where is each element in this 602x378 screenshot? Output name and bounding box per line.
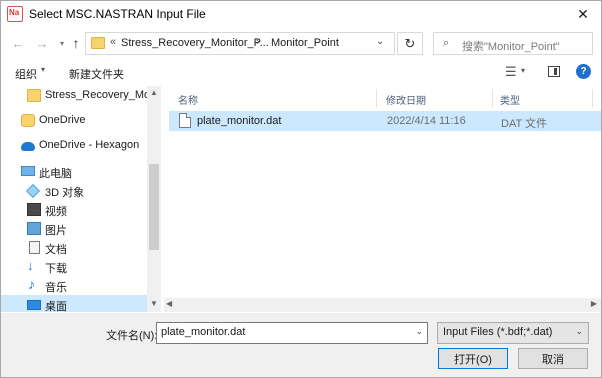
nav-item-onedrive-hexagon[interactable]: OneDrive - Hexagon — [1, 136, 147, 156]
file-list: 名称 修改日期 类型 plate_monitor.dat 2022/4/14 1… — [164, 86, 601, 312]
cancel-button[interactable]: 取消 — [518, 348, 588, 369]
filename-value: plate_monitor.dat — [161, 326, 246, 338]
refresh-icon: ↻ — [404, 35, 416, 51]
video-icon — [27, 203, 41, 216]
back-button[interactable]: ← — [9, 34, 27, 52]
chevron-down-icon: ⌄ — [575, 326, 583, 336]
onedrive-business-icon — [21, 142, 35, 151]
onedrive-personal-icon — [21, 114, 35, 127]
downloads-icon: ↓ — [27, 258, 34, 273]
breadcrumb-monitor-point[interactable]: Monitor_Point — [271, 37, 339, 49]
refresh-button[interactable]: ↻ — [397, 32, 423, 55]
breadcrumb-stress-recovery[interactable]: Stress_Recovery_Monitor_P... — [121, 37, 269, 49]
file-icon — [179, 113, 191, 128]
column-divider[interactable] — [492, 89, 493, 107]
chevron-down-icon: ▾ — [59, 38, 64, 48]
folder-icon — [27, 89, 41, 102]
navigation-row: ← → ▾ ↑ « Stress_Recovery_Monitor_P... ›… — [1, 28, 601, 58]
command-toolbar: 组织 ▾ 新建文件夹 ☰ ▾ ? — [1, 60, 601, 86]
scroll-up-icon[interactable]: ▲ — [150, 88, 158, 97]
nav-item-3d-objects[interactable]: 3D 对象 — [1, 181, 147, 201]
3d-objects-icon — [25, 183, 41, 199]
horizontal-scrollbar[interactable]: ◀ ▶ — [164, 298, 601, 312]
preview-pane-icon[interactable] — [548, 66, 560, 77]
nav-item-this-pc[interactable]: 此电脑 — [1, 162, 147, 182]
filename-label: 文件名(N): — [106, 330, 158, 342]
nav-item-documents[interactable]: 文档 — [1, 238, 147, 258]
file-type: DAT 文件 — [501, 118, 548, 130]
close-icon: ✕ — [577, 5, 589, 22]
pictures-icon — [27, 222, 41, 235]
window-title: Select MSC.NASTRAN Input File — [29, 7, 206, 21]
close-button[interactable]: ✕ — [566, 1, 600, 27]
file-name: plate_monitor.dat — [197, 115, 282, 127]
chevron-down-icon: ▾ — [41, 65, 46, 74]
chevron-down-icon[interactable]: ▾ — [521, 66, 525, 75]
search-input[interactable]: ⌕ 搜索"Monitor_Point" — [433, 32, 593, 55]
search-placeholder: 搜索"Monitor_Point" — [462, 41, 560, 53]
filetype-value: Input Files (*.bdf;*.dat) — [443, 326, 553, 338]
filename-input[interactable]: plate_monitor.dat ⌄ — [156, 322, 428, 344]
desktop-icon — [27, 300, 41, 310]
nastran-app-icon: Na — [7, 6, 23, 22]
chevron-down-icon[interactable]: ⌄ — [415, 326, 423, 337]
nav-item-downloads[interactable]: ↓ 下载 — [1, 257, 147, 277]
open-button[interactable]: 打开(O) — [438, 348, 508, 369]
nav-item-videos[interactable]: 视频 — [1, 200, 147, 220]
nav-item-onedrive[interactable]: OneDrive — [1, 111, 147, 131]
scroll-down-icon[interactable]: ▼ — [150, 299, 158, 308]
documents-icon — [29, 241, 40, 254]
music-icon: ♪ — [28, 276, 35, 292]
file-dialog: Na Select MSC.NASTRAN Input File ✕ ← → ▾… — [0, 0, 602, 378]
breadcrumb-overflow[interactable]: « — [110, 36, 116, 48]
navigation-pane: Stress_Recovery_Moni OneDrive OneDrive -… — [1, 86, 161, 312]
arrow-up-icon: ↑ — [72, 35, 80, 51]
nav-item-stress-recovery[interactable]: Stress_Recovery_Moni — [1, 86, 159, 106]
help-icon[interactable]: ? — [576, 64, 591, 79]
scroll-right-icon[interactable]: ▶ — [591, 299, 597, 308]
new-folder-button[interactable]: 新建文件夹 — [69, 66, 124, 82]
view-options-icon[interactable]: ☰ — [505, 64, 517, 80]
title-bar: Na Select MSC.NASTRAN Input File ✕ — [1, 1, 601, 28]
arrow-left-icon: ← — [11, 35, 25, 51]
nav-scrollbar[interactable]: ▲ ▼ — [147, 86, 161, 312]
scroll-left-icon[interactable]: ◀ — [166, 299, 172, 308]
column-divider[interactable] — [376, 89, 377, 107]
forward-button[interactable]: → — [33, 34, 51, 52]
address-dropdown-icon[interactable]: ⌄ — [376, 36, 384, 47]
scroll-thumb[interactable] — [149, 164, 159, 250]
up-button[interactable]: ↑ — [67, 34, 85, 52]
nav-item-desktop[interactable]: 桌面 — [1, 295, 147, 312]
nav-item-music[interactable]: ♪ 音乐 — [1, 276, 147, 296]
computer-icon — [21, 166, 35, 176]
breadcrumb-separator-icon[interactable]: › — [256, 36, 260, 48]
nav-item-pictures[interactable]: 图片 — [1, 219, 147, 239]
file-modified-date: 2022/4/14 11:16 — [387, 115, 466, 127]
column-header-name[interactable]: 名称 — [178, 92, 198, 107]
folder-icon — [91, 37, 105, 49]
arrow-right-icon: → — [35, 35, 49, 51]
column-header-modified[interactable]: 修改日期 — [386, 92, 426, 107]
file-row[interactable]: plate_monitor.dat 2022/4/14 11:16 DAT 文件 — [169, 111, 601, 131]
organize-button[interactable]: 组织 — [15, 66, 37, 82]
column-header-type[interactable]: 类型 — [500, 92, 520, 107]
dialog-footer: 文件名(N): plate_monitor.dat ⌄ Input Files … — [1, 313, 601, 377]
filetype-select[interactable]: Input Files (*.bdf;*.dat) ⌄ — [437, 322, 589, 344]
address-bar[interactable]: « Stress_Recovery_Monitor_P... › Monitor… — [85, 32, 395, 55]
search-icon: ⌕ — [443, 37, 450, 49]
column-divider[interactable] — [592, 89, 593, 107]
